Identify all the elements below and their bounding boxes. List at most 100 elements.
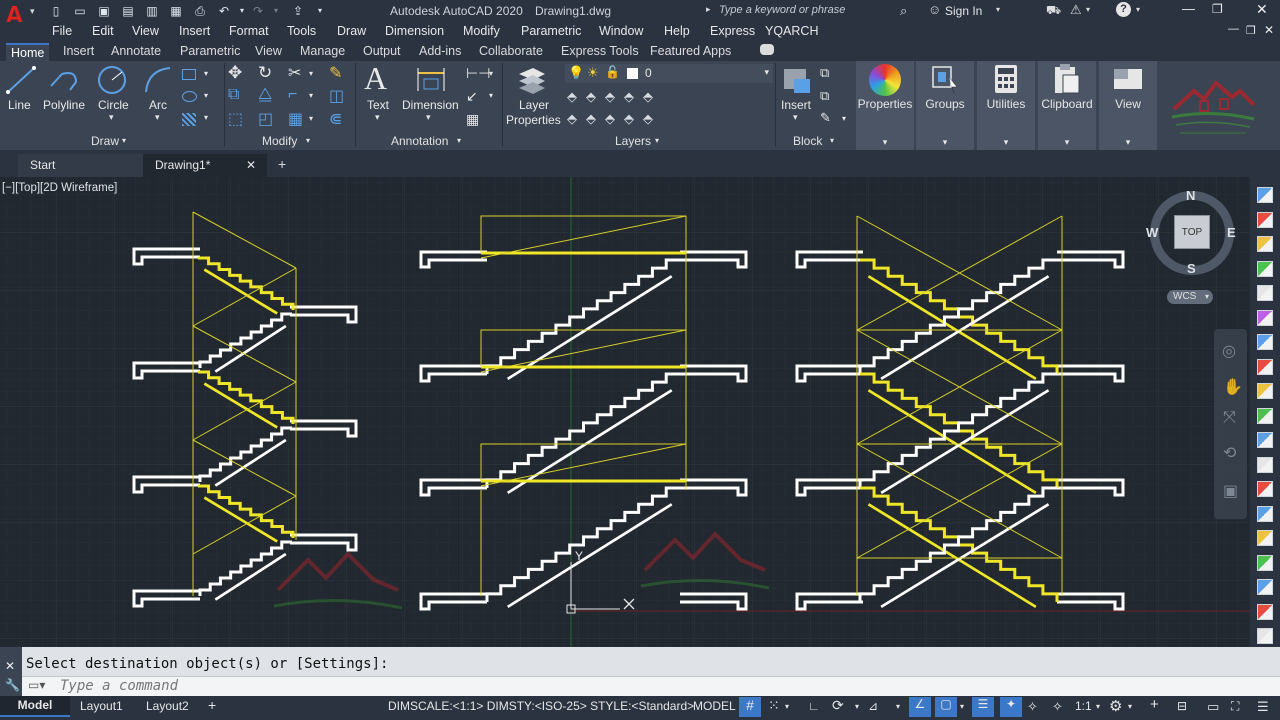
insert-block-icon[interactable] [780,63,814,97]
search-input[interactable]: Type a keyword or phrase [716,2,896,20]
doc-close-icon[interactable]: ✕ [1264,23,1274,37]
annotation-panel-title[interactable]: Annotation [391,134,448,148]
explode-icon[interactable]: ◫ [329,86,344,106]
command-grip[interactable]: ✕ 🔧 [0,647,22,696]
workspace-gear-icon[interactable]: ⚙ [1109,697,1122,715]
table-icon[interactable]: ▦ [466,111,479,128]
menu-file[interactable]: File [52,24,72,38]
layers-panel-title[interactable]: Layers [615,134,651,148]
palette-tool-icon[interactable] [1257,554,1273,571]
polar-tracking-icon[interactable]: ⟳ [832,697,844,714]
circle-button-label[interactable]: Circle [98,98,129,112]
snap-mode-icon[interactable]: ⁙ [768,697,780,714]
save-icon[interactable]: ▣ [96,3,112,19]
array-icon[interactable]: ▦ [288,109,303,129]
modify-panel-title[interactable]: Modify [262,134,297,148]
workspace-chevron-icon[interactable]: ▾ [1128,702,1132,711]
annotation-scale-chevron-icon[interactable]: ▾ [1096,702,1100,711]
clipboard-button[interactable]: Clipboard ▾ [1038,61,1096,150]
arc-button-label[interactable]: Arc [149,98,167,112]
leader-chevron-icon[interactable]: ▾ [489,91,493,100]
drawing-canvas[interactable]: Y [−][Top][2D Wireframe] TOP N S W E WCS… [0,177,1250,647]
trim-chevron-icon[interactable]: ▾ [309,69,313,78]
layers-panel-chevron-icon[interactable]: ▾ [655,136,659,145]
mirror-icon[interactable]: ⧋ [258,86,272,104]
minimize-window-icon[interactable]: — [1182,1,1195,16]
help-chevron-icon[interactable]: ▾ [1136,5,1140,14]
help-icon[interactable]: ? [1116,2,1131,17]
menu-help[interactable]: Help [664,24,690,38]
tab-featured-apps[interactable]: Featured Apps [645,43,736,61]
doc-minimize-icon[interactable]: — [1228,23,1239,35]
arc-chevron-icon[interactable]: ▾ [155,112,160,123]
palette-tool-icon[interactable] [1257,285,1273,301]
polyline-icon[interactable] [48,64,80,96]
groups-button[interactable]: Groups ▾ [916,61,974,150]
menu-window[interactable]: Window [599,24,643,38]
rectangle-chevron-icon[interactable]: ▾ [204,69,208,78]
drawing-svg[interactable] [0,177,1250,647]
gradient-icon[interactable] [182,113,196,126]
sign-in-link[interactable]: Sign In [945,4,982,18]
isodraft-icon[interactable]: ⊿ [868,699,878,713]
linear-dim-chevron-icon[interactable]: ▾ [489,69,493,78]
palette-tool-icon[interactable] [1257,505,1273,522]
web-mobile-icon[interactable]: ▥ [144,3,160,19]
palette-tool-icon[interactable] [1257,407,1273,424]
block-attribute-icon[interactable]: ✎ [820,110,831,126]
menu-edit[interactable]: Edit [92,24,114,38]
redo-dropdown-icon[interactable]: ▾ [268,3,284,19]
palette-tool-icon[interactable] [1257,334,1273,350]
app-menu-chevron-icon[interactable]: ▾ [30,6,35,17]
move-icon[interactable]: ✥ [228,63,242,83]
object-snap-chevron-icon[interactable]: ▾ [960,702,964,711]
layer-dropdown[interactable]: 💡 ☀ 🔓 0 ▾ [565,64,773,83]
pan-icon[interactable]: ✋ [1223,377,1243,397]
arc-icon[interactable] [142,64,174,96]
ribbon-toggle-icon[interactable] [760,44,774,55]
layer-properties-icon[interactable] [515,64,549,96]
dimension-icon[interactable] [414,65,448,95]
palette-tool-icon[interactable] [1257,187,1273,203]
rotate-icon[interactable]: ↻ [258,63,272,83]
restore-window-icon[interactable]: ❐ [1212,2,1223,16]
menu-dimension[interactable]: Dimension [385,24,444,38]
palette-tool-icon[interactable] [1257,358,1273,375]
tab-view[interactable]: View [250,43,287,61]
insert-button-label[interactable]: Insert [781,98,811,112]
zoom-extents-icon[interactable]: ⤧ [1223,409,1236,427]
gradient-chevron-icon[interactable]: ▾ [204,113,208,122]
wcs-menu[interactable]: WCS ▾ [1167,290,1213,304]
model-space-button[interactable]: MODEL [693,699,736,713]
undo-dropdown-icon[interactable]: ▾ [234,3,250,19]
layer-properties-label-2[interactable]: Properties [506,113,561,127]
snap-chevron-icon[interactable]: ▾ [785,702,789,711]
palette-tool-icon[interactable] [1257,481,1273,497]
close-tab-icon[interactable]: ✕ [246,154,256,176]
new-icon[interactable]: ▯ [48,3,64,19]
compass-north[interactable]: N [1186,188,1195,203]
orbit-icon[interactable]: ⟲ [1223,443,1236,463]
text-chevron-icon[interactable]: ▾ [375,112,380,123]
menu-view[interactable]: View [132,24,159,38]
circle-chevron-icon[interactable]: ▾ [109,112,114,123]
menu-tools[interactable]: Tools [287,24,316,38]
palette-tool-icon[interactable] [1257,211,1273,228]
text-icon[interactable]: A [364,60,387,97]
line-button-label[interactable]: Line [8,98,31,112]
fillet-chevron-icon[interactable]: ▾ [309,91,313,100]
compass-west[interactable]: W [1146,225,1158,240]
layout-tab-model[interactable]: Model [0,696,70,717]
menu-parametric[interactable]: Parametric [521,24,581,38]
annotation-monitor-icon[interactable]: + [1150,696,1159,713]
menu-insert[interactable]: Insert [179,24,210,38]
dimension-chevron-icon[interactable]: ▾ [426,112,431,123]
sign-in-chevron-icon[interactable]: ▾ [996,5,1000,14]
isolate-objects-icon[interactable]: ▭ [1207,699,1219,715]
navigation-bar[interactable]: ◎ ✋ ⤧ ⟲ ▣ [1214,329,1247,519]
layout-tab-layout1[interactable]: Layout1 [80,699,123,713]
command-input[interactable]: ▭▾ Type a command [22,676,1280,696]
trim-icon[interactable]: ✂ [288,63,301,83]
grid-toggle-icon[interactable]: # [739,697,761,717]
text-button-label[interactable]: Text [367,98,389,112]
